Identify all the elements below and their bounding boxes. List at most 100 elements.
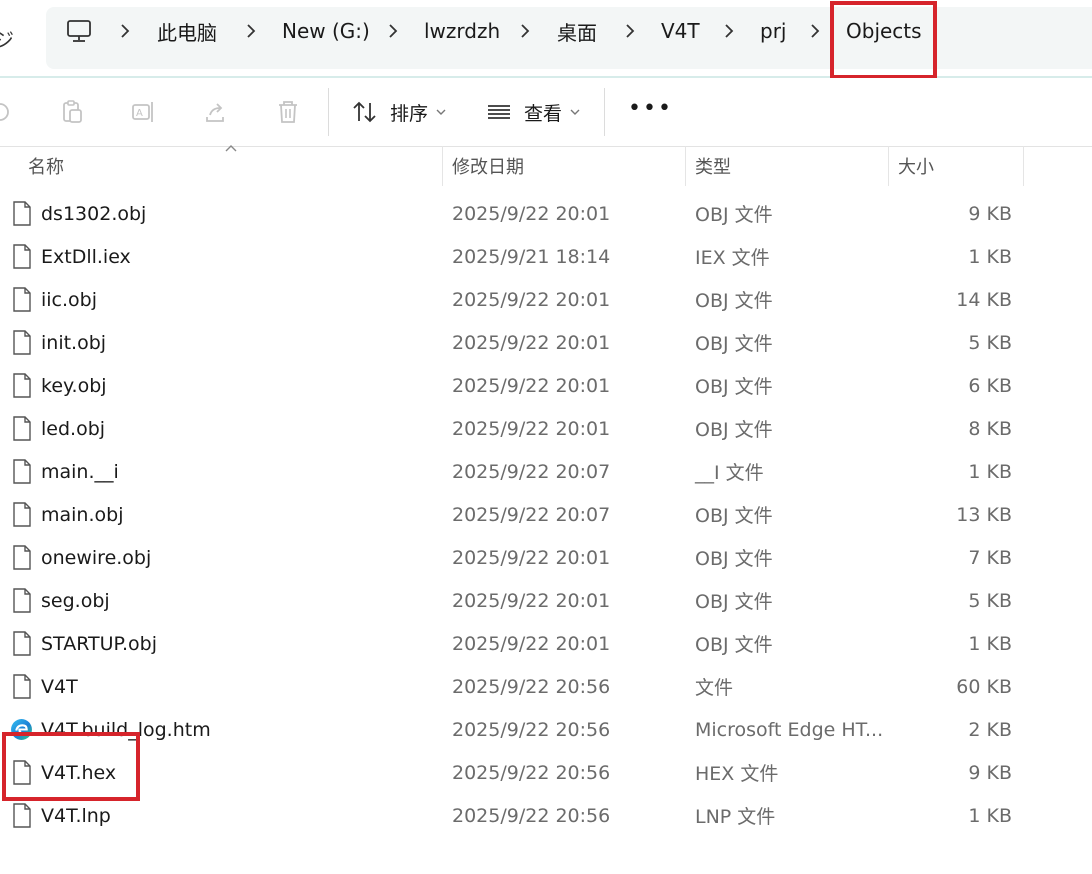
- file-date: 2025/9/22 20:01: [452, 632, 611, 655]
- chevron-right-icon[interactable]: [518, 0, 532, 62]
- column-divider[interactable]: [442, 146, 443, 186]
- file-size: 1 KB: [968, 460, 1012, 483]
- file-date: 2025/9/21 18:14: [452, 245, 611, 268]
- file-row[interactable]: V4T 2025/9/22 20:56 文件 60 KB: [0, 665, 1092, 708]
- more-options-button[interactable]: •••: [628, 96, 673, 121]
- file-icon: [13, 545, 31, 570]
- file-row[interactable]: main.__i 2025/9/22 20:07 __I 文件 1 KB: [0, 450, 1092, 493]
- column-header-size[interactable]: 大小: [898, 146, 1018, 186]
- file-date: 2025/9/22 20:01: [452, 374, 611, 397]
- computer-icon[interactable]: [66, 0, 92, 62]
- file-type: OBJ 文件: [695, 591, 773, 613]
- chevron-right-icon[interactable]: [722, 0, 736, 62]
- file-name: V4T: [41, 675, 78, 698]
- file-icon: [13, 588, 31, 613]
- file-type: OBJ 文件: [695, 333, 773, 355]
- delete-icon[interactable]: [272, 96, 304, 128]
- file-row[interactable]: STARTUP.obj 2025/9/22 20:01 OBJ 文件 1 KB: [0, 622, 1092, 665]
- file-type: OBJ 文件: [695, 204, 773, 226]
- refresh-icon[interactable]: ジ: [0, 24, 14, 53]
- file-type: IEX 文件: [695, 247, 770, 269]
- file-row[interactable]: ExtDll.iex 2025/9/21 18:14 IEX 文件 1 KB: [0, 235, 1092, 278]
- breadcrumb-desktop[interactable]: 桌面: [557, 0, 597, 62]
- highlight-box-objects: [830, 1, 937, 79]
- share-icon[interactable]: [200, 96, 232, 128]
- file-row[interactable]: key.obj 2025/9/22 20:01 OBJ 文件 6 KB: [0, 364, 1092, 407]
- breadcrumb-drive[interactable]: New (G:): [282, 0, 370, 62]
- column-header-name[interactable]: 名称: [28, 146, 438, 186]
- file-size: 13 KB: [956, 503, 1012, 526]
- sort-label: 排序: [390, 102, 429, 125]
- file-row[interactable]: seg.obj 2025/9/22 20:01 OBJ 文件 5 KB: [0, 579, 1092, 622]
- highlight-box-hex: [2, 732, 140, 801]
- file-icon: [13, 502, 31, 527]
- file-row[interactable]: iic.obj 2025/9/22 20:01 OBJ 文件 14 KB: [0, 278, 1092, 321]
- column-header-type[interactable]: 类型: [695, 146, 885, 186]
- column-divider[interactable]: [888, 146, 889, 186]
- copy-icon[interactable]: [56, 96, 88, 128]
- file-size: 8 KB: [968, 417, 1012, 440]
- chevron-right-icon[interactable]: [623, 0, 637, 62]
- file-type: LNP 文件: [695, 806, 776, 828]
- breadcrumb-v4t[interactable]: V4T: [661, 0, 700, 62]
- file-size: 5 KB: [968, 589, 1012, 612]
- file-type: HEX 文件: [695, 763, 779, 785]
- cut-icon[interactable]: [0, 96, 16, 128]
- file-row[interactable]: main.obj 2025/9/22 20:07 OBJ 文件 13 KB: [0, 493, 1092, 536]
- file-date: 2025/9/22 20:01: [452, 589, 611, 612]
- chevron-right-icon[interactable]: [118, 0, 132, 62]
- file-row[interactable]: onewire.obj 2025/9/22 20:01 OBJ 文件 7 KB: [0, 536, 1092, 579]
- file-size: 1 KB: [968, 804, 1012, 827]
- address-bar-region: ジ 此电脑 New (G:) lwzrdzh 桌面 V4T prj Object…: [0, 0, 1092, 79]
- file-icon: [13, 373, 31, 398]
- rename-icon[interactable]: A: [128, 96, 160, 128]
- file-row[interactable]: init.obj 2025/9/22 20:01 OBJ 文件 5 KB: [0, 321, 1092, 364]
- file-name: STARTUP.obj: [41, 632, 158, 655]
- file-name: ds1302.obj: [41, 202, 147, 225]
- file-date: 2025/9/22 20:01: [452, 288, 611, 311]
- breadcrumb-this-pc[interactable]: 此电脑: [157, 0, 217, 62]
- file-date: 2025/9/22 20:01: [452, 417, 611, 440]
- file-date: 2025/9/22 20:01: [452, 202, 611, 225]
- toolbar-divider: [328, 88, 329, 136]
- file-row[interactable]: V4T.lnp 2025/9/22 20:56 LNP 文件 1 KB: [0, 794, 1092, 837]
- file-row[interactable]: V4T.build_log.htm 2025/9/22 20:56 Microsof…: [0, 708, 1092, 751]
- file-date: 2025/9/22 20:56: [452, 761, 611, 784]
- file-size: 7 KB: [968, 546, 1012, 569]
- file-icon: [13, 631, 31, 656]
- file-name: led.obj: [41, 417, 106, 440]
- sort-button[interactable]: 排序: [352, 92, 458, 132]
- file-row[interactable]: V4T.hex 2025/9/22 20:56 HEX 文件 9 KB: [0, 751, 1092, 794]
- file-type: OBJ 文件: [695, 376, 773, 398]
- column-header-date[interactable]: 修改日期: [452, 146, 682, 186]
- chevron-right-icon[interactable]: [244, 0, 258, 62]
- file-date: 2025/9/22 20:56: [452, 804, 611, 827]
- view-button[interactable]: 查看: [486, 92, 592, 132]
- file-name: iic.obj: [41, 288, 98, 311]
- file-name: main.__i: [41, 460, 119, 483]
- file-icon: [13, 803, 31, 828]
- file-name: onewire.obj: [41, 546, 152, 569]
- file-type: OBJ 文件: [695, 505, 773, 527]
- breadcrumb-lwzrdzh[interactable]: lwzrdzh: [424, 0, 500, 62]
- column-divider[interactable]: [1023, 146, 1024, 186]
- file-type: OBJ 文件: [695, 419, 773, 441]
- file-icon: [13, 330, 31, 355]
- column-divider[interactable]: [685, 146, 686, 186]
- file-row[interactable]: led.obj 2025/9/22 20:01 OBJ 文件 8 KB: [0, 407, 1092, 450]
- file-row[interactable]: ds1302.obj 2025/9/22 20:01 OBJ 文件 9 KB: [0, 192, 1092, 235]
- file-name: seg.obj: [41, 589, 110, 612]
- chevron-right-icon[interactable]: [808, 0, 822, 62]
- file-icon: [13, 416, 31, 441]
- chevron-down-icon: [436, 109, 446, 115]
- chevron-down-icon: [570, 109, 580, 115]
- file-icon: [13, 287, 31, 312]
- file-type: __I 文件: [695, 462, 764, 484]
- file-name: ExtDll.iex: [41, 245, 131, 268]
- chevron-right-icon[interactable]: [386, 0, 400, 62]
- file-date: 2025/9/22 20:07: [452, 460, 611, 483]
- breadcrumb-prj[interactable]: prj: [760, 0, 786, 62]
- svg-text:A: A: [136, 108, 143, 119]
- file-date: 2025/9/22 20:01: [452, 546, 611, 569]
- file-size: 9 KB: [968, 761, 1012, 784]
